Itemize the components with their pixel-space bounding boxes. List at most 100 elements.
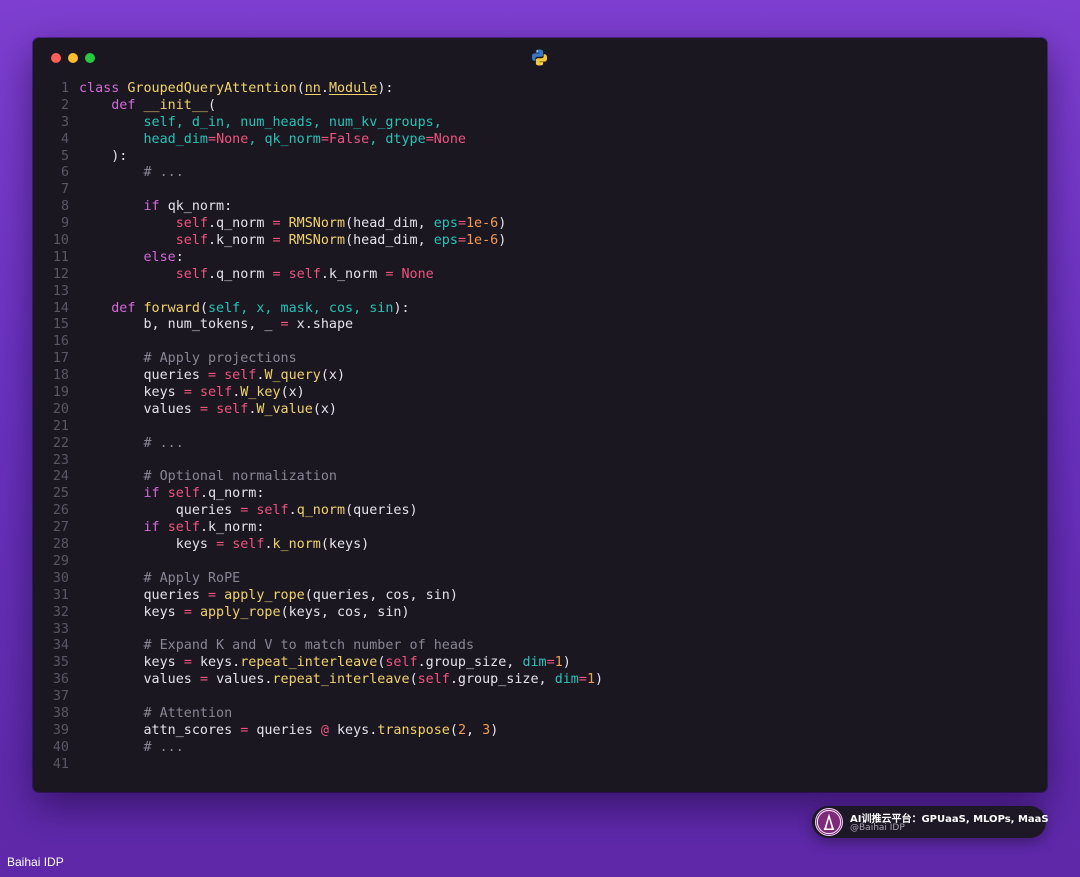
line-number: 7: [60, 182, 69, 198]
code-line: 12 self.q_norm = self.k_norm = None: [33, 267, 1047, 284]
code-line: 19 keys = self.W_key(x): [33, 385, 1047, 402]
code-token: (head_dim,: [345, 233, 434, 249]
line-number: 18: [52, 368, 69, 384]
code-token: =: [385, 266, 402, 282]
code-token: ): [498, 233, 507, 249]
line-number: 8: [60, 199, 69, 215]
code-token: W_key: [240, 385, 281, 401]
code-line: 31 queries = apply_rope(queries, cos, si…: [33, 588, 1047, 605]
code-token: 3: [482, 722, 491, 738]
code-token: (x): [280, 385, 305, 401]
code-token: =: [183, 655, 200, 671]
line-number: 33: [52, 621, 69, 637]
code-token: dim: [554, 672, 579, 688]
code-token: self: [199, 385, 233, 401]
code-token: 1e-6: [466, 216, 499, 232]
code-token: def: [111, 97, 144, 113]
code-token: self: [385, 655, 418, 671]
code-token: 1e-6: [466, 233, 499, 249]
code-token: qk_norm:: [167, 199, 233, 215]
code-token: (queries, cos, sin): [304, 587, 458, 603]
code-token: =: [183, 385, 200, 401]
code-token: =: [208, 368, 225, 384]
code-token: .k_norm: [208, 233, 273, 249]
line-number: 28: [52, 537, 69, 553]
code-token: .q_norm: [208, 266, 273, 282]
code-line: 16: [33, 334, 1047, 351]
code-line: 18 queries = self.W_query(x): [33, 368, 1047, 385]
code-token: Module: [328, 81, 378, 96]
code-token: attn_scores: [79, 722, 241, 738]
code-token: =: [208, 587, 225, 603]
close-window-button[interactable]: [51, 53, 61, 63]
zoom-window-button[interactable]: [85, 53, 95, 63]
code-token: # Apply projections: [143, 351, 297, 367]
platform-badge: AI训推云平台：GPUaaS, MLOPs, MaaS @Baihai IDP: [812, 806, 1049, 838]
code-token: W_query: [264, 368, 321, 384]
code-area[interactable]: 1 class GroupedQueryAttention(nn.Module):…: [33, 81, 1047, 774]
badge-handle: @Baihai IDP: [850, 823, 905, 833]
code-token: apply_rope: [224, 587, 305, 603]
line-number: 35: [52, 655, 69, 671]
line-number: 30: [52, 570, 69, 586]
code-line: 20 values = self.W_value(x): [33, 402, 1047, 419]
line-number: 12: [52, 266, 69, 282]
code-token: keys: [79, 385, 184, 401]
code-token: =: [457, 233, 466, 249]
code-token: (head_dim,: [345, 216, 434, 232]
baihai-logo-icon: [815, 808, 843, 836]
code-token: =: [425, 131, 434, 147]
code-line: 27 if self.k_norm:: [33, 520, 1047, 537]
code-line: 39 attn_scores = queries @ keys.transpos…: [33, 723, 1047, 740]
code-token: ,: [369, 131, 386, 147]
code-token: .: [264, 537, 273, 553]
code-token: self: [167, 520, 200, 536]
code-token: (x): [320, 368, 346, 384]
code-line: 35 keys = keys.repeat_interleave(self.gr…: [33, 655, 1047, 672]
minimize-window-button[interactable]: [68, 53, 78, 63]
code-token: # ...: [143, 165, 184, 181]
code-token: .q_norm: [208, 216, 273, 232]
code-token: ):: [79, 148, 128, 164]
code-token: (queries): [345, 503, 418, 519]
code-token: .: [320, 81, 329, 96]
code-token: None: [433, 131, 466, 147]
code-token: self: [175, 216, 208, 232]
code-line: 41: [33, 757, 1047, 774]
code-token: =: [272, 233, 289, 249]
code-token: eps: [433, 216, 458, 232]
line-number: 10: [52, 233, 69, 249]
window-titlebar: [33, 38, 1047, 76]
code-token: if: [143, 486, 168, 502]
code-token: keys: [79, 604, 184, 620]
code-token: class: [79, 81, 128, 96]
code-token: =: [280, 317, 297, 333]
code-line: 14 def forward(self, x, mask, cos, sin):: [33, 301, 1047, 318]
code-line: 26 queries = self.q_norm(queries): [33, 503, 1047, 520]
code-token: k_norm: [272, 537, 321, 553]
code-line: 15 b, num_tokens, _ = x.shape: [33, 317, 1047, 334]
code-token: .group_size,: [417, 655, 523, 671]
code-token: repeat_interleave: [272, 672, 410, 688]
line-number: 38: [52, 705, 69, 721]
code-line: 8 if qk_norm:: [33, 199, 1047, 216]
code-token: ,: [248, 131, 265, 147]
code-token: =: [216, 537, 233, 553]
code-token: (: [449, 722, 458, 738]
code-line: 13: [33, 284, 1047, 301]
code-token: self: [175, 266, 208, 282]
line-number: 41: [52, 756, 69, 772]
code-token: (keys, cos, sin): [280, 604, 410, 620]
code-line: 37: [33, 689, 1047, 706]
code-token: self: [232, 537, 265, 553]
code-token: values: [79, 401, 200, 417]
code-token: .group_size,: [449, 672, 555, 688]
code-token: ,: [466, 722, 483, 738]
code-token: self: [167, 486, 200, 502]
code-line: 30 # Apply RoPE: [33, 571, 1047, 588]
